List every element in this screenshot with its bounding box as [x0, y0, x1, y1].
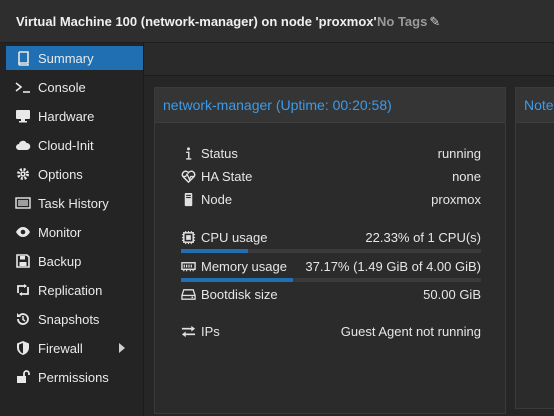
sidebar-item-hardware[interactable]: Hardware: [6, 104, 143, 128]
sidebar-item-cloud-init[interactable]: Cloud-Init: [6, 133, 143, 157]
sidebar-item-permissions[interactable]: Permissions: [6, 365, 143, 389]
memory-icon: [181, 262, 196, 272]
ips-value: Guest Agent not running: [340, 324, 481, 339]
cpu-label: CPU usage: [201, 230, 268, 245]
bootdisk-row: Bootdisk size 50.00 GiB: [181, 286, 481, 304]
heartbeat-icon: [181, 170, 196, 184]
sidebar-item-label: Options: [38, 167, 83, 182]
exchange-icon: [181, 325, 196, 338]
status-label: Status: [201, 146, 238, 161]
ha-state-row: HA State none: [181, 168, 481, 186]
sidebar-item-monitor[interactable]: Monitor: [6, 220, 143, 244]
sidebar-item-label: Hardware: [38, 109, 95, 124]
floppy-icon: [16, 254, 30, 268]
server-icon: [184, 192, 193, 207]
status-row: Status running: [181, 145, 481, 163]
header-bar: Virtual Machine 100 (network-manager) on…: [0, 0, 554, 43]
sidebar-item-label: Console: [38, 80, 86, 95]
ips-row: IPs Guest Agent not running: [181, 323, 481, 341]
status-panel-title: network-manager (Uptime: 00:20:58): [163, 97, 392, 113]
ips-label: IPs: [201, 324, 220, 339]
page-title: Virtual Machine 100 (network-manager) on…: [16, 14, 377, 29]
hdd-icon: [181, 289, 196, 300]
tags-editor[interactable]: No Tags ✎: [377, 14, 440, 30]
list-icon: [15, 197, 31, 209]
memory-usage-bar: [181, 278, 481, 282]
memory-usage-bar-fill: [181, 278, 293, 282]
pencil-icon[interactable]: ✎: [429, 14, 440, 30]
sidebar-item-summary[interactable]: Summary: [6, 46, 143, 70]
sidebar-item-label: Cloud-Init: [38, 138, 94, 153]
sidebar-item-console[interactable]: Console: [6, 75, 143, 99]
sidebar-item-label: Firewall: [38, 341, 83, 356]
sidebar-item-snapshots[interactable]: Snapshots: [6, 307, 143, 331]
memory-row: Memory usage 37.17% (1.49 GiB of 4.00 Gi…: [181, 258, 481, 276]
sidebar-item-label: Backup: [38, 254, 82, 269]
cpu-value: 22.33% of 1 CPU(s): [365, 230, 481, 245]
sidebar-item-task-history[interactable]: Task History: [6, 191, 143, 215]
notes-panel-header: Note: [516, 88, 554, 123]
main-content: network-manager (Uptime: 00:20:58) Statu…: [143, 43, 554, 416]
cpu-usage-bar: [181, 249, 481, 253]
node-label: Node: [201, 192, 233, 207]
notes-panel: Note: [515, 87, 554, 409]
sidebar: Summary Console Hardware Cloud-Init Opti…: [0, 43, 143, 416]
cloud-icon: [16, 140, 31, 150]
sidebar-item-options[interactable]: Options: [6, 162, 143, 186]
sidebar-item-label: Replication: [38, 283, 103, 298]
gear-icon: [17, 168, 29, 180]
notes-panel-title: Note: [524, 97, 554, 113]
unlock-icon: [17, 370, 30, 383]
tags-label: No Tags: [377, 14, 428, 29]
shield-icon: [17, 341, 29, 355]
history-icon: [17, 313, 29, 325]
node-value: proxmox: [431, 192, 481, 207]
info-icon: [186, 147, 192, 160]
status-value: running: [437, 146, 481, 161]
sidebar-item-label: Task History: [38, 196, 109, 211]
status-panel-header: network-manager (Uptime: 00:20:58): [155, 88, 505, 123]
memory-label: Memory usage: [201, 259, 287, 274]
cpu-usage-bar-fill: [181, 249, 248, 253]
status-panel: network-manager (Uptime: 00:20:58) Statu…: [154, 87, 506, 414]
cpu-icon: [181, 230, 196, 245]
ha-state-label: HA State: [201, 169, 253, 184]
sidebar-item-backup[interactable]: Backup: [6, 249, 143, 273]
eye-icon: [16, 227, 30, 237]
book-icon: [18, 51, 29, 66]
retweet-icon: [17, 284, 29, 296]
memory-value: 37.17% (1.49 GiB of 4.00 GiB): [305, 259, 481, 274]
bootdisk-label: Bootdisk size: [201, 287, 278, 302]
sidebar-item-label: Snapshots: [38, 312, 100, 327]
sidebar-item-label: Summary: [38, 51, 94, 66]
sidebar-item-label: Permissions: [38, 370, 109, 385]
chevron-right-icon[interactable]: [119, 343, 125, 353]
ha-state-value: none: [452, 169, 481, 184]
node-row: Node proxmox: [181, 191, 481, 209]
toolbar: [144, 43, 554, 76]
monitor-icon: [16, 110, 30, 123]
sidebar-item-firewall[interactable]: Firewall: [6, 336, 143, 360]
cpu-row: CPU usage 22.33% of 1 CPU(s): [181, 229, 481, 247]
terminal-icon: [15, 82, 30, 93]
sidebar-item-replication[interactable]: Replication: [6, 278, 143, 302]
sidebar-item-label: Monitor: [38, 225, 82, 240]
bootdisk-value: 50.00 GiB: [423, 287, 481, 302]
